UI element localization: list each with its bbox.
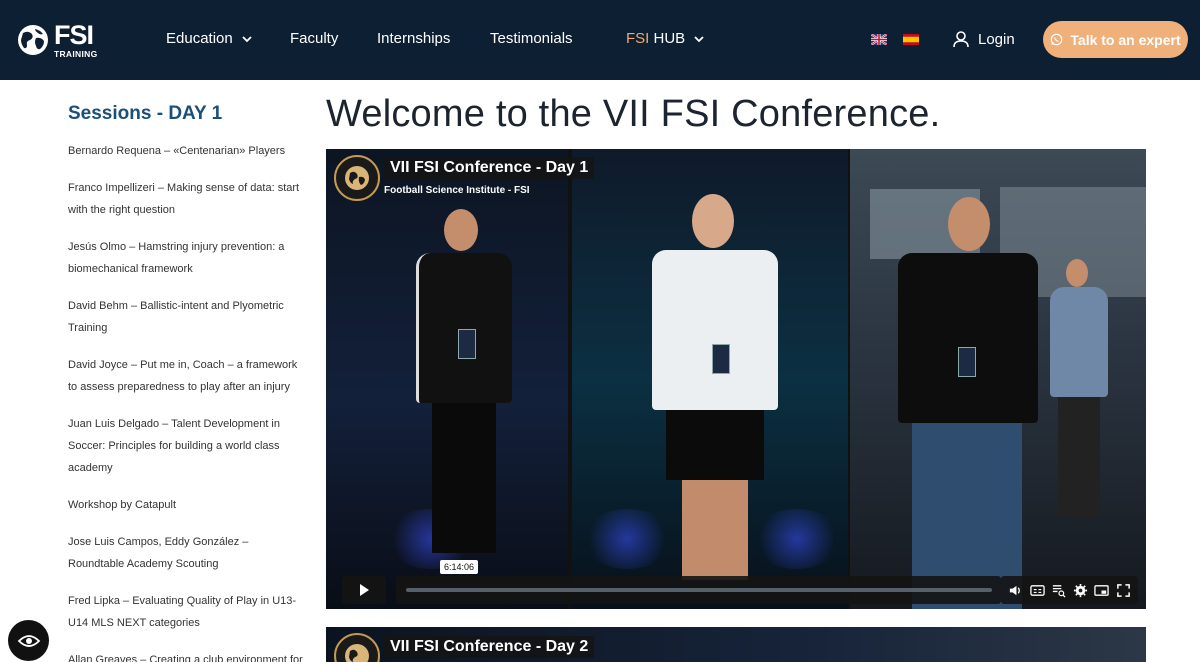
progress-track[interactable]: [406, 588, 992, 592]
session-item[interactable]: Jesús Olmo – Hamstring injury prevention…: [68, 236, 304, 280]
login-label: Login: [978, 30, 1015, 48]
nav-education[interactable]: Education: [166, 30, 253, 47]
volume-icon[interactable]: [1008, 583, 1023, 598]
fsi-logo[interactable]: FSI TRAINING: [16, 20, 104, 60]
spanish-flag-icon[interactable]: [903, 34, 919, 45]
sessions-heading: Sessions - DAY 1: [68, 103, 223, 124]
session-item[interactable]: Workshop by Catapult: [68, 494, 304, 516]
session-item[interactable]: David Behm – Ballistic-intent and Plyome…: [68, 295, 304, 339]
video-title[interactable]: VII FSI Conference - Day 1: [384, 157, 595, 179]
video-title[interactable]: VII FSI Conference - Day 2: [384, 636, 595, 658]
settings-gear-icon[interactable]: [1073, 583, 1088, 598]
globe-icon: [345, 166, 369, 190]
nav-faculty-label: Faculty: [290, 30, 339, 47]
nav-faculty[interactable]: Faculty: [290, 30, 338, 47]
play-icon: [360, 584, 369, 596]
video-frame-right: [850, 149, 1146, 609]
eye-icon: [17, 634, 40, 647]
video-player-day-1[interactable]: VII FSI Conference - Day 1 Football Scie…: [326, 149, 1146, 609]
talk-to-expert-button[interactable]: Talk to an expert: [1043, 21, 1188, 58]
whatsapp-icon: [1051, 33, 1063, 46]
video-frame-left: [326, 149, 568, 609]
player-right-controls: [1001, 576, 1138, 604]
nav-education-label: Education: [166, 30, 233, 47]
user-icon: [953, 31, 969, 48]
logo-brand: FSI: [54, 19, 94, 50]
progress-bar[interactable]: 6:14:06: [396, 560, 1001, 604]
session-item[interactable]: Jose Luis Campos, Eddy González – Roundt…: [68, 531, 304, 575]
accessibility-widget-button[interactable]: [8, 620, 49, 661]
chevron-down-icon: [242, 35, 252, 42]
hover-time-tooltip: 6:14:06: [440, 560, 479, 574]
nav-internships-label: Internships: [377, 30, 451, 47]
site-header: FSI TRAINING Education Faculty Internshi…: [0, 0, 1200, 80]
english-flag-icon[interactable]: [871, 34, 887, 45]
session-item[interactable]: Bernardo Requena – «Centenarian» Players: [68, 140, 304, 162]
channel-logo[interactable]: [334, 155, 380, 201]
login-link[interactable]: Login: [952, 30, 1015, 48]
nav-testimonials-label: Testimonials: [490, 30, 573, 47]
chevron-down-icon: [694, 35, 704, 42]
fullscreen-icon[interactable]: [1116, 583, 1131, 598]
globe-icon: [18, 25, 48, 55]
video-player-day-2[interactable]: VII FSI Conference - Day 2: [326, 627, 1146, 662]
session-item[interactable]: Franco Impellizeri – Making sense of dat…: [68, 177, 304, 221]
nav-fsi-hub-prefix: FSI: [626, 30, 650, 47]
nav-testimonials[interactable]: Testimonials: [490, 30, 573, 47]
nav-internships[interactable]: Internships: [377, 30, 450, 47]
video-channel-name[interactable]: Football Science Institute - FSI: [384, 185, 530, 196]
nav-fsi-hub[interactable]: FSI HUB: [626, 30, 705, 47]
session-item[interactable]: Fred Lipka – Evaluating Quality of Play …: [68, 590, 304, 634]
globe-icon: [345, 644, 369, 662]
session-item[interactable]: Allan Greaves – Creating a club environm…: [68, 649, 304, 662]
sessions-list: Bernardo Requena – «Centenarian» Players…: [68, 140, 304, 662]
transcript-icon[interactable]: [1051, 583, 1066, 598]
session-item[interactable]: David Joyce – Put me in, Coach – a frame…: [68, 354, 304, 398]
nav-fsi-hub-label: HUB: [653, 30, 686, 47]
captions-icon[interactable]: [1030, 583, 1045, 598]
play-button[interactable]: [342, 576, 386, 604]
session-item[interactable]: Juan Luis Delgado – Talent Development i…: [68, 413, 304, 479]
pip-icon[interactable]: [1094, 583, 1109, 598]
logo-tagline: TRAINING: [54, 48, 98, 59]
cta-label: Talk to an expert: [1070, 31, 1181, 48]
page-title: Welcome to the VII FSI Conference.: [326, 93, 941, 135]
video-frame-center: [572, 149, 848, 609]
channel-logo[interactable]: [334, 633, 380, 662]
video-controls: 6:14:06: [334, 560, 1138, 604]
